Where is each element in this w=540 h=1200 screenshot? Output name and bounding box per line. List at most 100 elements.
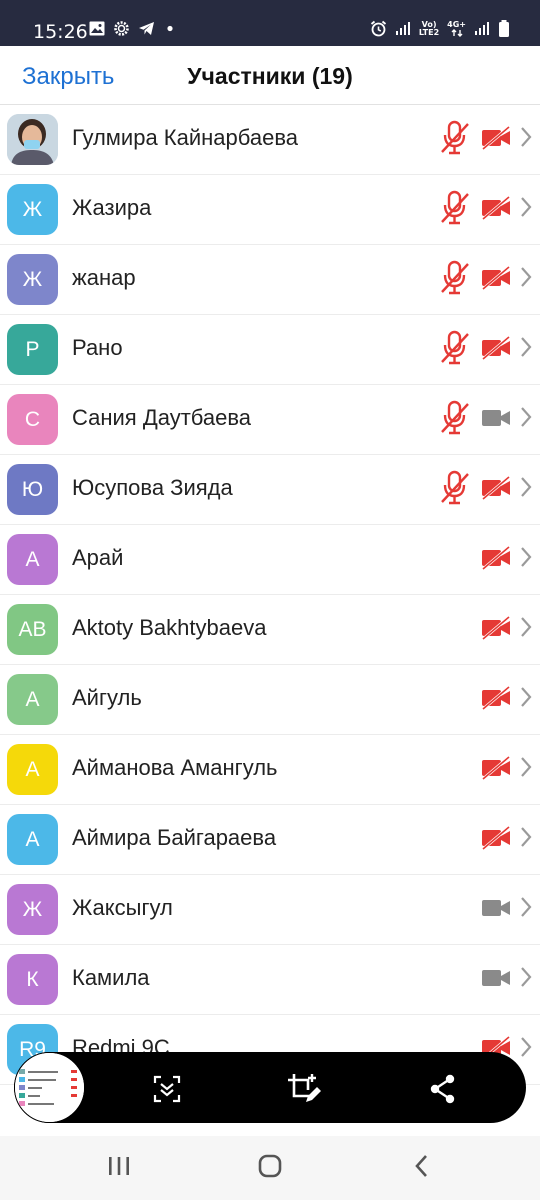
chevron-right-icon — [520, 966, 532, 993]
telegram-icon — [139, 22, 154, 35]
mic-muted-icon — [438, 120, 472, 161]
share-button[interactable] — [426, 1072, 460, 1106]
participant-row[interactable]: А Аймира Байгараева — [0, 805, 540, 875]
avatar: С — [7, 394, 58, 445]
alarm-icon — [370, 20, 386, 37]
mic-muted-icon — [438, 470, 472, 511]
participant-name: Юсупова Зияда — [72, 475, 233, 500]
participant-row[interactable]: Гулмира Кайнарбаева — [0, 105, 540, 175]
video-off-icon — [481, 545, 511, 576]
video-off-icon — [481, 265, 511, 296]
participant-name: Сания Даутбаева — [72, 405, 252, 430]
chevron-right-icon — [520, 336, 532, 363]
navigation-bar — [0, 1136, 540, 1200]
avatar-initials: Р — [25, 337, 40, 361]
signal-icon — [475, 22, 489, 35]
home-button[interactable] — [256, 1154, 284, 1183]
back-icon — [415, 1155, 427, 1177]
participant-name: Аймира Байгараева — [72, 825, 277, 850]
participant-row[interactable]: Ю Юсупова Зияда — [0, 455, 540, 525]
participants-header: Закрыть Участники (19) — [0, 46, 540, 105]
chevron-right-icon — [520, 826, 532, 853]
video-off-icon — [481, 195, 511, 226]
avatar: А — [7, 674, 58, 725]
avatar-initials: AB — [18, 617, 47, 641]
chevron-right-icon — [520, 686, 532, 713]
mic-muted-icon — [438, 400, 472, 441]
screenshot-toolbar — [14, 1052, 526, 1123]
avatar: А — [7, 814, 58, 865]
video-off-icon — [481, 615, 511, 646]
status-bar: 15:26 Vo) LTE2 4G+ — [0, 0, 540, 46]
back-button[interactable] — [410, 1154, 434, 1183]
network-type: 4G+ — [447, 20, 466, 37]
chevron-right-icon — [520, 896, 532, 923]
share-icon — [430, 1074, 455, 1104]
avatar-initials: А — [25, 547, 40, 571]
recent-apps-button[interactable] — [106, 1154, 132, 1183]
avatar-initials: А — [25, 687, 40, 711]
participant-row[interactable]: Ж Жаксыгул — [0, 875, 540, 945]
dot-icon — [167, 25, 173, 32]
participant-row[interactable]: Жжанар — [0, 245, 540, 315]
status-left-icons — [89, 20, 177, 37]
data-arrows-icon — [451, 28, 463, 37]
avatar: Ю — [7, 464, 58, 515]
status-right-icons: Vo) LTE2 4G+ — [370, 20, 510, 37]
participant-row[interactable]: С Сания Даутбаева — [0, 385, 540, 455]
avatar-initials: С — [24, 407, 41, 431]
video-off-icon — [481, 475, 511, 506]
avatar: Р — [7, 324, 58, 375]
video-off-icon — [481, 825, 511, 856]
participant-name: Рано — [72, 335, 123, 360]
participant-name: Aktoty Bakhtybaeva — [72, 615, 267, 640]
scroll-capture-icon — [153, 1075, 181, 1103]
participant-row[interactable]: К Камила — [0, 945, 540, 1015]
chevron-right-icon — [520, 406, 532, 433]
video-on-icon — [481, 895, 511, 926]
image-icon — [89, 21, 105, 36]
avatar: Ж — [7, 254, 58, 305]
participant-name: Айгуль — [72, 685, 142, 710]
screenshot-thumbnail[interactable] — [14, 1052, 85, 1123]
avatar-initials: А — [25, 827, 40, 851]
chevron-right-icon — [520, 546, 532, 573]
avatar-initials: А — [25, 757, 40, 781]
participant-row[interactable]: А Арай — [0, 525, 540, 595]
thumbnail-preview — [15, 1053, 84, 1122]
participant-row[interactable]: А Айгуль — [0, 665, 540, 735]
video-on-icon — [481, 405, 511, 436]
participant-row[interactable]: Ж Жазира — [0, 175, 540, 245]
video-off-icon — [481, 685, 511, 716]
volte-label: Vo) LTE2 — [418, 19, 440, 37]
avatar: А — [7, 744, 58, 795]
participant-row[interactable]: Р Рано — [0, 315, 540, 385]
participant-row[interactable]: AB Aktoty Bakhtybaeva — [0, 595, 540, 665]
crop-edit-button[interactable] — [286, 1072, 321, 1106]
avatar: К — [7, 954, 58, 1005]
mic-muted-icon — [438, 260, 472, 301]
avatar-initials: Ж — [22, 897, 43, 921]
video-on-icon — [481, 965, 511, 996]
chevron-right-icon — [520, 266, 532, 293]
participant-name: Арай — [72, 545, 124, 570]
avatar: Ж — [7, 884, 58, 935]
signal-icon — [395, 22, 410, 35]
status-time: 15:26 — [33, 21, 88, 43]
mic-muted-icon — [438, 330, 472, 371]
avatar: Ж — [7, 184, 58, 235]
scroll-capture-button[interactable] — [150, 1072, 184, 1106]
avatar-initials: Ж — [22, 197, 43, 221]
crop-edit-icon — [288, 1074, 321, 1102]
mic-muted-icon — [438, 190, 472, 231]
participant-name: Камила — [72, 965, 150, 990]
chevron-right-icon — [520, 126, 532, 153]
participant-name: Гулмира Кайнарбаева — [72, 125, 298, 150]
avatar-photo — [7, 114, 58, 165]
participant-name: Айманова Амангуль — [72, 755, 278, 780]
chevron-right-icon — [520, 616, 532, 643]
gear-icon — [114, 21, 129, 36]
participant-row[interactable]: А Айманова Амангуль — [0, 735, 540, 805]
home-icon — [258, 1154, 282, 1178]
recent-apps-icon — [109, 1157, 129, 1175]
